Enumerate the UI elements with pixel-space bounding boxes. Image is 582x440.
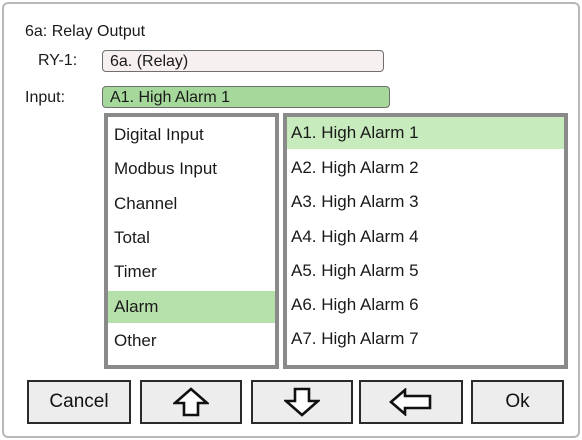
page-title: 6a: Relay Output bbox=[25, 23, 146, 40]
cancel-button[interactable]: Cancel bbox=[27, 380, 131, 424]
input-value-field[interactable]: A1. High Alarm 1 bbox=[102, 86, 390, 108]
alarm-item-a7[interactable]: A7. High Alarm 7 bbox=[287, 323, 564, 355]
category-item-channel[interactable]: Channel bbox=[108, 188, 275, 220]
alarm-list[interactable]: A1. High Alarm 1 A2. High Alarm 2 A3. Hi… bbox=[283, 113, 568, 369]
input-label: Input: bbox=[25, 89, 66, 106]
ok-button[interactable]: Ok bbox=[471, 380, 564, 424]
category-item-other[interactable]: Other bbox=[108, 325, 275, 357]
category-item-total[interactable]: Total bbox=[108, 222, 275, 254]
relay-output-screen: 6a: Relay Output RY-1: 6a. (Relay) Input… bbox=[0, 0, 582, 440]
ok-button-label: Ok bbox=[505, 391, 530, 412]
alarm-item-a1[interactable]: A1. High Alarm 1 bbox=[287, 117, 564, 149]
category-item-modbus-input[interactable]: Modbus Input bbox=[108, 153, 275, 185]
up-button[interactable] bbox=[140, 380, 242, 424]
ry-name-field[interactable]: 6a. (Relay) bbox=[102, 50, 384, 72]
alarm-item-a2[interactable]: A2. High Alarm 2 bbox=[287, 152, 564, 184]
category-item-alarm[interactable]: Alarm bbox=[108, 291, 275, 323]
alarm-item-a3[interactable]: A3. High Alarm 3 bbox=[287, 186, 564, 218]
down-arrow-icon bbox=[284, 387, 320, 417]
alarm-item-a4[interactable]: A4. High Alarm 4 bbox=[287, 221, 564, 253]
category-item-timer[interactable]: Timer bbox=[108, 256, 275, 288]
alarm-item-a5[interactable]: A5. High Alarm 5 bbox=[287, 255, 564, 287]
back-button[interactable] bbox=[359, 380, 463, 424]
alarm-item-a6[interactable]: A6. High Alarm 6 bbox=[287, 289, 564, 321]
button-bar: Cancel Ok bbox=[27, 380, 565, 428]
cancel-button-label: Cancel bbox=[49, 391, 109, 412]
up-arrow-icon bbox=[173, 387, 209, 417]
category-list[interactable]: Digital Input Modbus Input Channel Total… bbox=[104, 113, 279, 369]
ry-label: RY-1: bbox=[38, 52, 78, 69]
down-button[interactable] bbox=[251, 380, 353, 424]
category-item-digital-input[interactable]: Digital Input bbox=[108, 119, 275, 151]
left-arrow-icon bbox=[389, 388, 432, 416]
